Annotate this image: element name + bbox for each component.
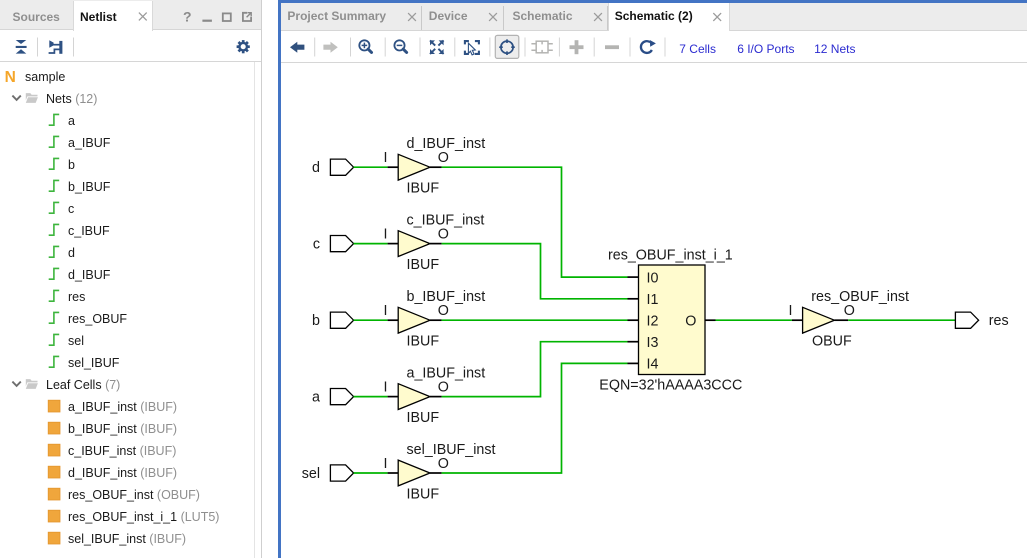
svg-text:sel: sel — [302, 466, 320, 482]
svg-text:sel_IBUF_inst: sel_IBUF_inst — [407, 442, 496, 458]
svg-text:IBUF: IBUF — [407, 334, 440, 350]
svg-text:OBUF: OBUF — [812, 334, 852, 350]
svg-text:IBUF: IBUF — [407, 257, 440, 273]
svg-text:b: b — [312, 313, 320, 329]
svg-text:I4: I4 — [647, 357, 659, 373]
svg-text:IBUF: IBUF — [407, 410, 440, 426]
svg-text:I: I — [384, 379, 388, 395]
svg-text:O: O — [438, 379, 449, 395]
svg-text:b_IBUF_inst: b_IBUF_inst — [407, 289, 486, 305]
svg-text:I: I — [384, 303, 388, 319]
svg-text:I2: I2 — [647, 313, 659, 329]
svg-text:EQN=32'hAAAA3CCC: EQN=32'hAAAA3CCC — [599, 378, 742, 394]
svg-text:N: N — [5, 69, 16, 86]
svg-text:O: O — [685, 313, 696, 329]
svg-text:IBUF: IBUF — [407, 487, 440, 503]
svg-text:res: res — [989, 313, 1009, 329]
svg-text:IBUF: IBUF — [407, 181, 440, 197]
svg-text:O: O — [844, 303, 855, 319]
svg-text:I: I — [384, 456, 388, 472]
svg-text:I0: I0 — [647, 270, 659, 286]
svg-text:O: O — [438, 150, 449, 166]
svg-text:a: a — [312, 390, 320, 406]
svg-text:O: O — [438, 303, 449, 319]
svg-text:I: I — [384, 226, 388, 242]
svg-text:res_OBUF_inst: res_OBUF_inst — [811, 289, 909, 305]
svg-text:c: c — [313, 237, 320, 253]
svg-text:d_IBUF_inst: d_IBUF_inst — [407, 136, 486, 152]
svg-text:?: ? — [183, 9, 192, 25]
svg-text:d: d — [312, 160, 320, 176]
svg-text:res_OBUF_inst_i_1: res_OBUF_inst_i_1 — [608, 248, 733, 264]
svg-text:O: O — [438, 226, 449, 242]
svg-text:a_IBUF_inst: a_IBUF_inst — [407, 365, 486, 381]
svg-text:I3: I3 — [647, 335, 659, 351]
svg-text:I1: I1 — [647, 292, 659, 308]
svg-text:c_IBUF_inst: c_IBUF_inst — [407, 212, 485, 228]
svg-text:O: O — [438, 456, 449, 472]
svg-text:I: I — [384, 150, 388, 166]
svg-text:I: I — [789, 303, 793, 319]
